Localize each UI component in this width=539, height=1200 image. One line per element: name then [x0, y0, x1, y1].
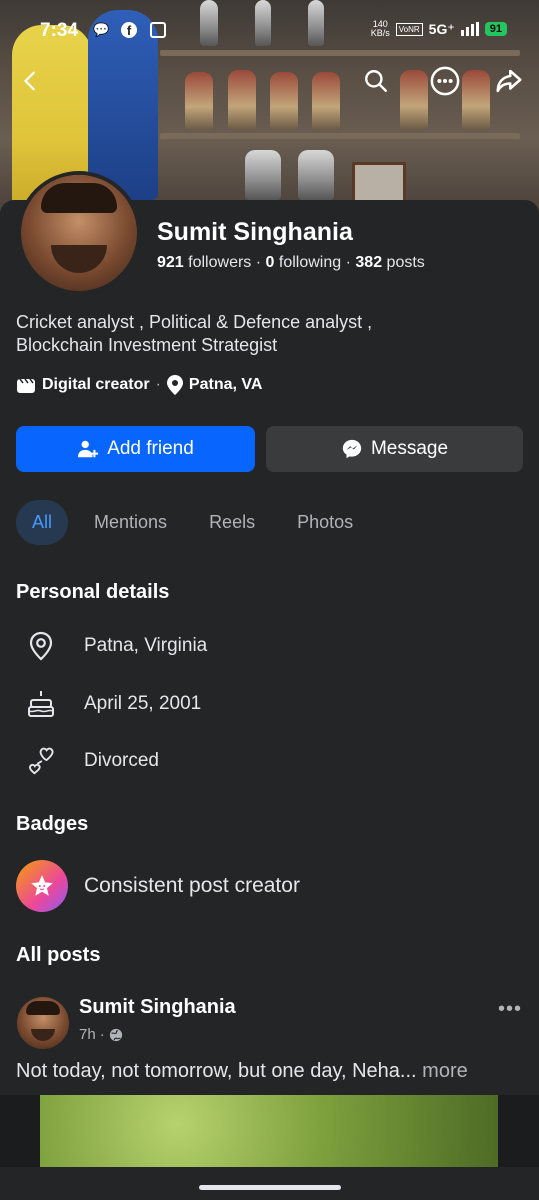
followers-count[interactable]: 921: [157, 254, 184, 271]
post-time[interactable]: 7h: [79, 1026, 96, 1043]
clapperboard-icon: [17, 378, 35, 393]
more-options-button[interactable]: [428, 64, 462, 98]
detail-relationship: Divorced: [26, 746, 159, 776]
profile-avatar[interactable]: [21, 175, 137, 291]
profile-meta: Digital creator · Patna, VA: [16, 375, 262, 395]
badges-title: Badges: [16, 813, 89, 835]
all-posts-title: All posts: [16, 944, 101, 966]
detail-relationship-text: Divorced: [84, 750, 159, 771]
tab-all[interactable]: All: [16, 500, 69, 545]
post-text[interactable]: Not today, not tomorrow, but one day, Ne…: [16, 1060, 526, 1083]
following-label[interactable]: following: [279, 254, 341, 271]
back-button[interactable]: [14, 64, 48, 98]
cover-trophy: [270, 72, 298, 130]
status-indicators: 140 KB/s VoNR 5G⁺ 91: [371, 20, 507, 38]
followers-label[interactable]: followers: [188, 254, 251, 271]
status-bar: 7:34 💬 f 140 KB/s VoNR 5G⁺ 91: [0, 0, 539, 62]
home-gesture-handle[interactable]: [199, 1185, 341, 1190]
add-friend-label: Add friend: [107, 438, 194, 459]
badge-star-icon[interactable]: [16, 860, 68, 912]
grid-icon: [150, 22, 166, 38]
detail-location-text: Patna, Virginia: [84, 635, 208, 656]
bio-line: Blockchain Investment Strategist: [16, 335, 278, 355]
message-button[interactable]: Message: [266, 426, 523, 472]
search-button[interactable]: [359, 64, 393, 98]
meta-separator: ·: [155, 376, 161, 393]
bio-line: Cricket analyst , Political & Defence an…: [16, 312, 373, 332]
location-label: Patna, VA: [188, 376, 263, 393]
tab-mentions[interactable]: Mentions: [78, 500, 183, 545]
stats-separator: ·: [255, 254, 266, 271]
chat-icon: 💬: [93, 22, 110, 37]
category-label: Digital creator: [42, 376, 150, 393]
network-type: 5G⁺: [428, 20, 455, 37]
share-icon: [496, 69, 522, 93]
post-image-content: [40, 1095, 498, 1167]
location-pin-icon: [26, 631, 56, 661]
back-arrow-icon: [23, 71, 35, 91]
share-button[interactable]: [492, 64, 526, 98]
profile-bio: Cricket analyst , Political & Defence an…: [16, 311, 496, 357]
personal-details-title: Personal details: [16, 581, 170, 603]
more-horizontal-circle-icon: [430, 66, 460, 96]
avatar-hair: [26, 1001, 60, 1015]
network-speed-unit: KB/s: [370, 28, 390, 38]
globe-icon: [109, 1028, 122, 1041]
avatar-hair: [41, 183, 117, 213]
cover-trophy: [462, 70, 490, 130]
cover-shelf: [160, 133, 520, 139]
stats-separator: ·: [345, 254, 356, 271]
see-more-link[interactable]: more: [422, 1060, 468, 1082]
cover-trophy: [298, 150, 334, 200]
badge-label[interactable]: Consistent post creator: [84, 874, 300, 898]
tab-reels[interactable]: Reels: [193, 500, 271, 545]
message-label: Message: [370, 438, 449, 459]
posts-count: 382: [355, 254, 383, 271]
status-time: 7:34: [40, 20, 79, 41]
post-meta: 7h ·: [79, 1026, 123, 1043]
cover-trophy: [245, 150, 281, 200]
profile-tabs: All Mentions Reels Photos: [16, 500, 379, 545]
posts-label: posts: [386, 254, 425, 271]
post-author-name[interactable]: Sumit Singhania: [79, 996, 236, 1019]
search-icon: [365, 70, 387, 92]
network-speed: 140 KB/s: [371, 20, 390, 38]
signal-icon: [460, 22, 479, 36]
post-author-avatar[interactable]: [17, 997, 69, 1049]
detail-birthday: April 25, 2001: [26, 689, 201, 719]
location-pin-icon: [166, 375, 183, 395]
following-count[interactable]: 0: [266, 254, 275, 271]
profile-name: Sumit Singhania: [157, 218, 353, 246]
battery-indicator: 91: [484, 22, 507, 36]
cover-trophy: [312, 72, 340, 130]
detail-location: Patna, Virginia: [26, 631, 207, 661]
profile-stats: 921 followers · 0 following · 382 posts: [157, 254, 425, 272]
cover-trophy: [185, 72, 213, 130]
add-friend-button[interactable]: Add friend: [16, 426, 255, 472]
detail-birthday-text: April 25, 2001: [84, 693, 202, 714]
cover-trophy: [228, 70, 256, 130]
post-image[interactable]: [0, 1095, 539, 1167]
hearts-icon: [26, 746, 56, 776]
cover-trophy: [400, 70, 428, 130]
cake-icon: [26, 689, 56, 719]
system-navigation-bar: [0, 1167, 539, 1199]
post-more-options-icon[interactable]: •••: [498, 998, 522, 1021]
avatar-beard: [51, 245, 107, 273]
post-meta-separator: ·: [99, 1026, 105, 1043]
messenger-icon: [342, 439, 362, 459]
vonr-indicator: VoNR: [395, 22, 423, 36]
tab-photos[interactable]: Photos: [281, 500, 369, 545]
avatar-beard: [31, 1029, 55, 1041]
facebook-icon: f: [121, 22, 137, 38]
post-text-body: Not today, not tomorrow, but one day, Ne…: [16, 1060, 417, 1082]
add-person-icon: [78, 440, 99, 458]
